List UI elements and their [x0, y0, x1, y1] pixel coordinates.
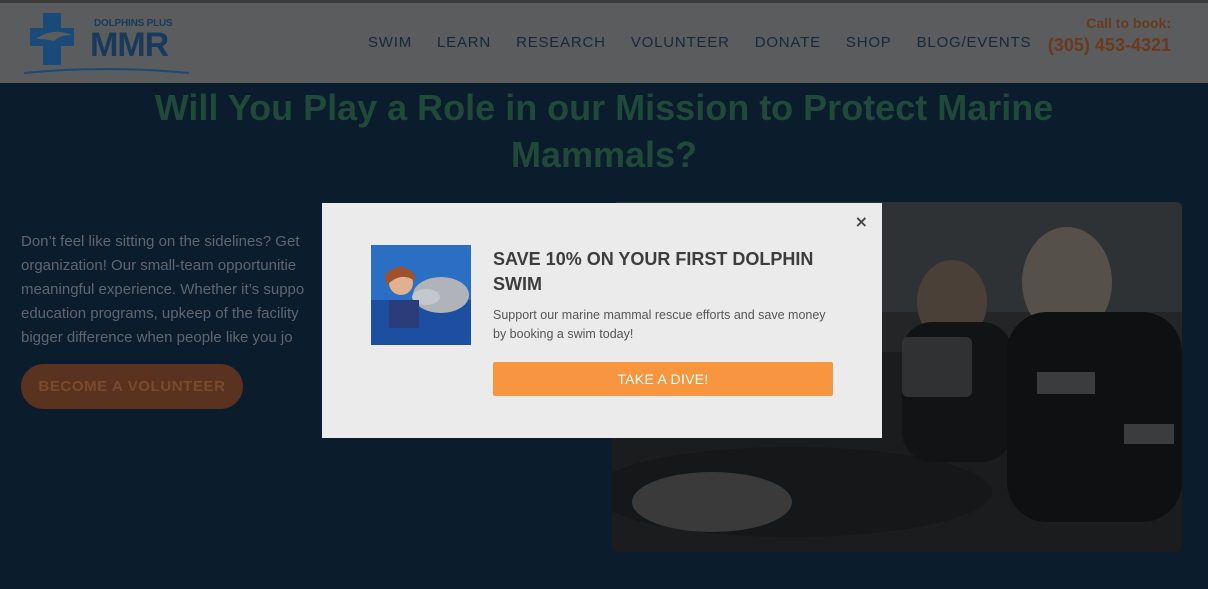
take-a-dive-button[interactable]: TAKE A DIVE! — [493, 362, 833, 396]
call-label: Call to book: — [1086, 15, 1171, 31]
hero-body-line: bigger difference when people like you j… — [21, 329, 293, 346]
nav-swim[interactable]: SWIM — [368, 34, 412, 51]
call-to-book: Call to book: (305) 453-4321 — [1048, 15, 1171, 56]
hero-body-line: Don’t feel like sitting on the sidelines… — [21, 233, 300, 250]
nav-learn[interactable]: LEARN — [437, 34, 491, 51]
phone-link[interactable]: (305) 453-4321 — [1048, 35, 1171, 56]
site-logo[interactable]: DOLPHINS PLUS MMR — [24, 11, 194, 77]
close-icon[interactable]: × — [855, 212, 868, 231]
main-nav: SWIM LEARN RESEARCH VOLUNTEER DONATE SHO… — [368, 34, 1031, 51]
nav-research[interactable]: RESEARCH — [516, 34, 606, 51]
nav-donate[interactable]: DONATE — [755, 34, 821, 51]
hero-body-line: organization! Our small-team opportuniti… — [21, 257, 297, 274]
site-header: DOLPHINS PLUS MMR SWIM LEARN RESEARCH VO… — [0, 3, 1208, 83]
hero-title: Will You Play a Role in our Mission to P… — [154, 87, 1054, 175]
modal-subtext: Support our marine mammal rescue efforts… — [493, 308, 826, 341]
promo-modal: × SAVE 10% ON YOUR FIRST DOLPHIN SWIM Su… — [322, 203, 882, 438]
hero-body-line: meaningful experience. Whether it’s supp… — [21, 281, 305, 298]
hero-body: Don’t feel like sitting on the sidelines… — [21, 230, 351, 350]
become-volunteer-button[interactable]: BECOME A VOLUNTEER — [21, 364, 243, 409]
nav-volunteer[interactable]: VOLUNTEER — [631, 34, 730, 51]
nav-shop[interactable]: SHOP — [846, 34, 892, 51]
hero-body-line: education programs, upkeep of the facili… — [21, 305, 299, 322]
brand-name: MMR — [90, 26, 169, 64]
dolphin-swim-photo — [371, 245, 471, 345]
modal-heading: SAVE 10% ON YOUR FIRST DOLPHIN SWIM — [493, 249, 814, 294]
nav-blog-events[interactable]: BLOG/EVENTS — [917, 34, 1032, 51]
